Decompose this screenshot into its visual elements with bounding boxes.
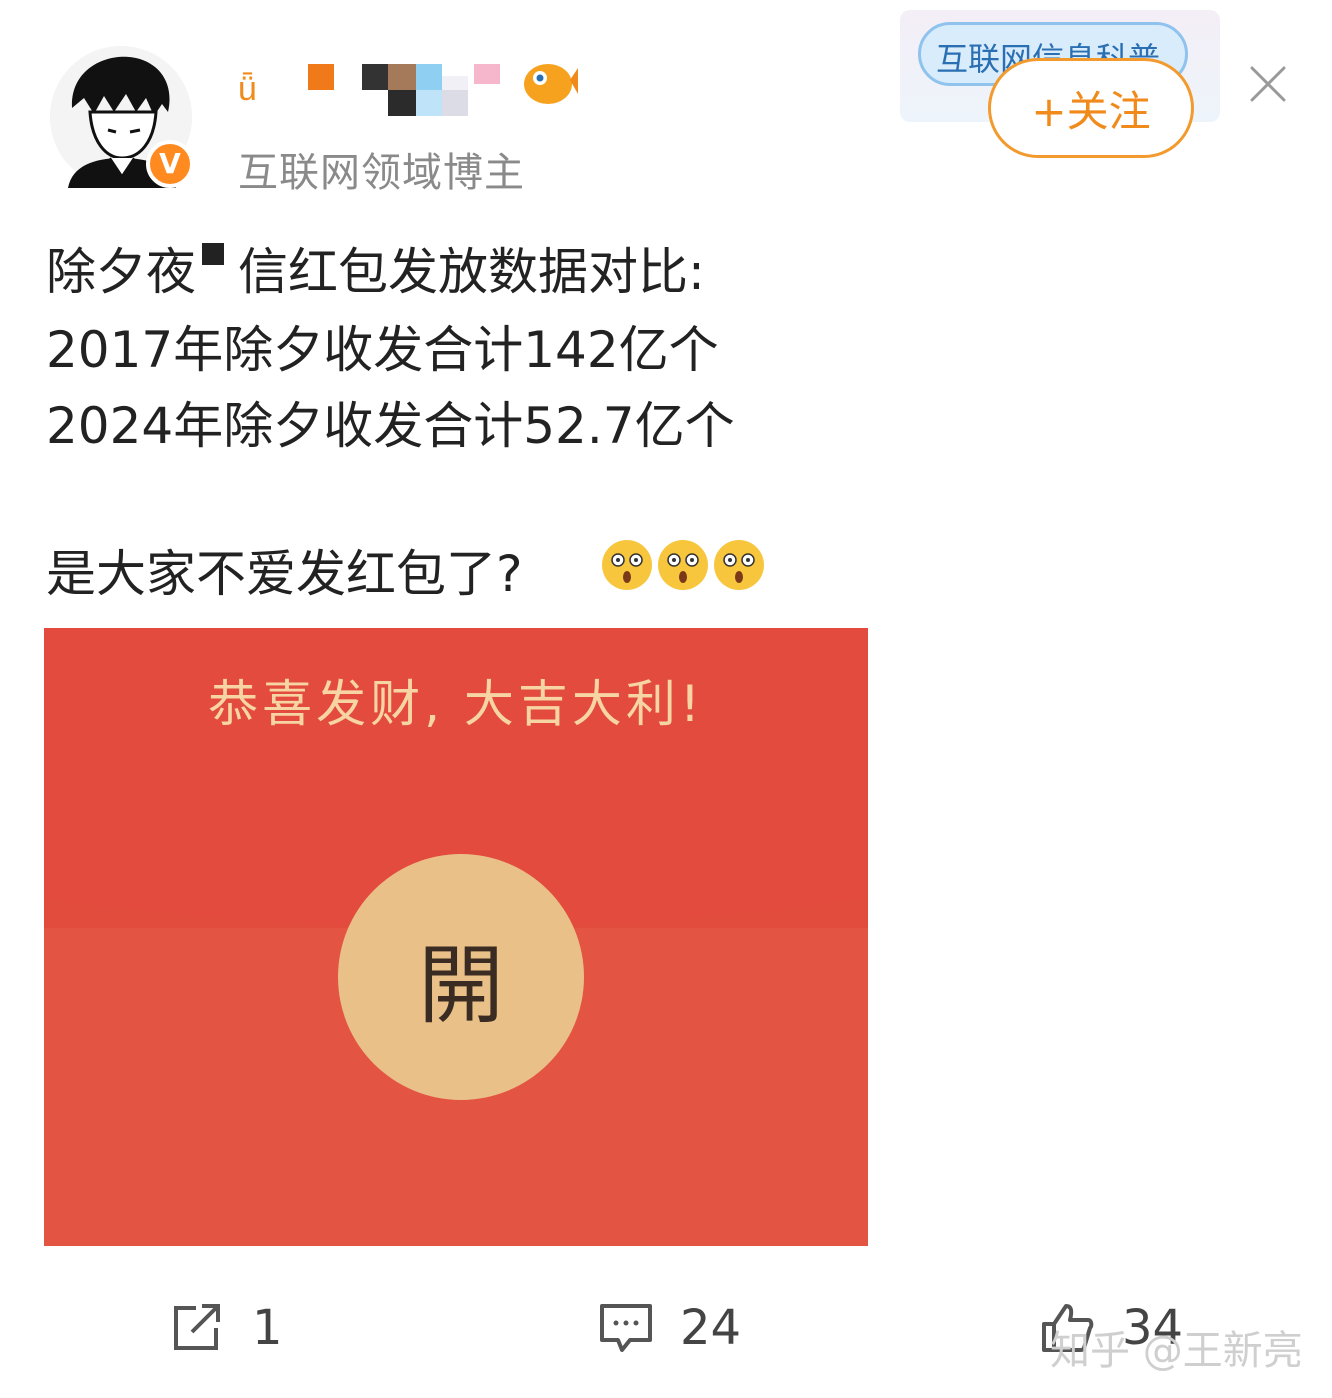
red-envelope-image[interactable]: 恭喜发财, 大吉大利! 開 bbox=[44, 628, 868, 1246]
shocked-emoji-icon bbox=[602, 540, 652, 590]
post-line-1-end: 信红包发放数据对比: bbox=[238, 243, 705, 301]
follow-button[interactable]: +关注 bbox=[988, 58, 1194, 158]
post-line-4: 是大家不爱发红包了? bbox=[46, 545, 523, 603]
svg-text:ǖ: ǖ bbox=[238, 70, 257, 108]
post-line-3: 2024年除夕收发合计52.7亿个 bbox=[46, 397, 735, 455]
comment-count: 24 bbox=[680, 1300, 742, 1356]
author-title: 互联网领域博主 bbox=[238, 150, 525, 196]
open-envelope-button[interactable]: 開 bbox=[338, 854, 584, 1100]
shocked-emoji-icons bbox=[602, 540, 764, 590]
watermark: 知乎 @王新亮 bbox=[1050, 1328, 1303, 1374]
comment-icon bbox=[600, 1304, 652, 1352]
share-button[interactable]: 1 bbox=[170, 1300, 283, 1356]
username-redacted: ǖ bbox=[238, 64, 578, 116]
post-line-1: 除夕夜 信红包发放数据对比: bbox=[46, 232, 705, 304]
share-count: 1 bbox=[252, 1300, 283, 1356]
share-icon bbox=[174, 1304, 220, 1350]
envelope-greeting: 恭喜发财, 大吉大利! bbox=[208, 675, 704, 733]
verified-icon: V bbox=[146, 140, 194, 188]
open-label: 開 bbox=[418, 935, 504, 1036]
comment-button[interactable]: 24 bbox=[598, 1300, 741, 1356]
post-line-1-start: 除夕夜 bbox=[46, 243, 196, 301]
post-line-2: 2017年除夕收发合计142亿个 bbox=[46, 321, 719, 379]
follow-label: +关注 bbox=[1031, 86, 1151, 136]
redaction-mark bbox=[202, 243, 224, 265]
close-icon[interactable] bbox=[1246, 62, 1290, 106]
